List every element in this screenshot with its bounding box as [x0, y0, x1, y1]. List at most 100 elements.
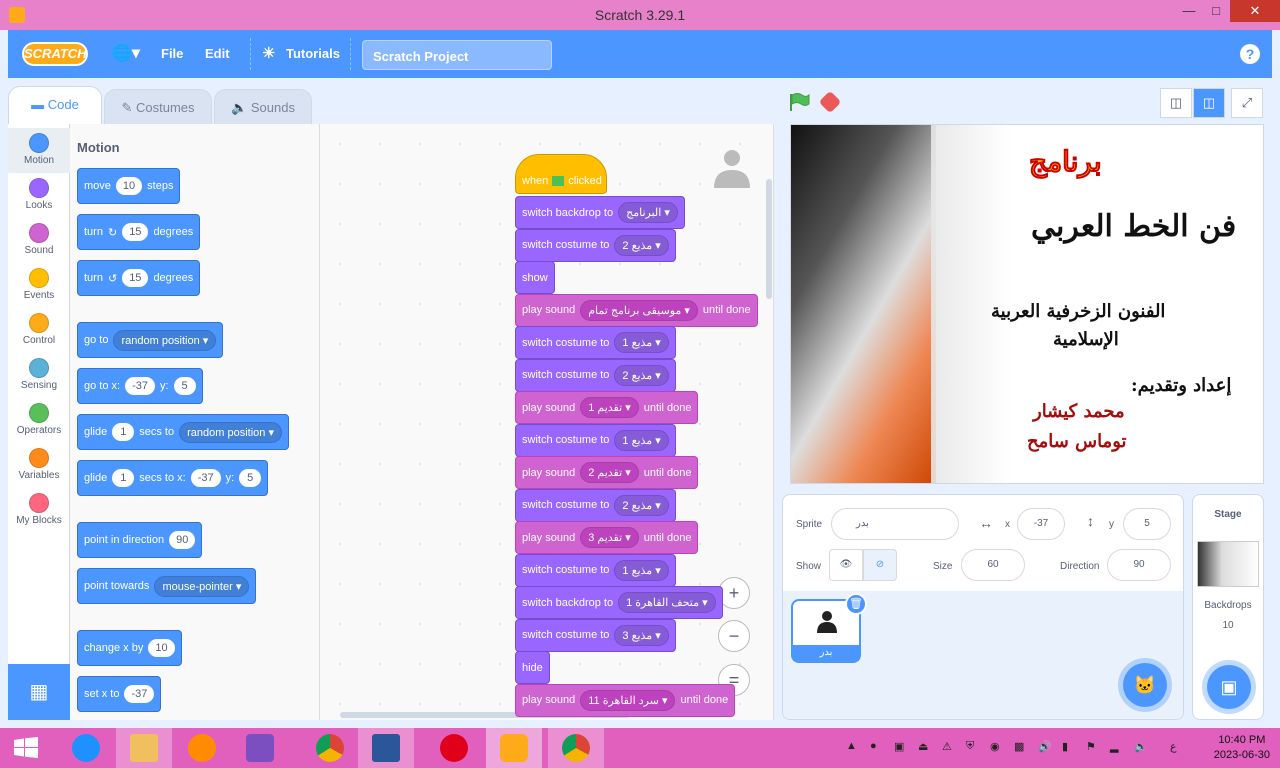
sound-block[interactable]: play sound موسيقى برنامج تمام until done [515, 293, 758, 327]
block-dropdown[interactable]: مذيع 1 [614, 429, 669, 451]
block-dropdown[interactable]: تقديم 1 [580, 397, 639, 418]
start-button[interactable] [0, 728, 56, 768]
tab-code[interactable]: ▬ Code [8, 86, 102, 124]
add-extension-button[interactable]: ▦ [8, 664, 70, 720]
tray-volume-icon[interactable]: 🔊 [1038, 740, 1052, 754]
block-dropdown[interactable]: مذيع 1 [614, 332, 669, 353]
tray-battery-icon[interactable]: ▮ [1062, 740, 1076, 754]
value-input[interactable]: 15 [122, 223, 149, 241]
edit-menu[interactable]: Edit [205, 46, 230, 61]
looks-block[interactable]: hide [515, 651, 550, 684]
choose-sprite-button[interactable]: 🐱 [1123, 663, 1167, 707]
show-hidden-button[interactable]: ⊘ [863, 549, 897, 581]
value-input[interactable]: 10 [148, 639, 175, 657]
choose-backdrop-button[interactable]: ▣ [1207, 665, 1251, 709]
block-dropdown[interactable]: موسيقى برنامج تمام [580, 299, 698, 321]
tray-warning-icon[interactable]: ⚠ [942, 740, 956, 754]
secs-input[interactable]: 1 [112, 469, 135, 487]
x-input[interactable]: -37 [190, 469, 221, 487]
glide-xy-block[interactable]: glide 1 secs to x: -37 y: 5 [77, 460, 269, 496]
taskbar-opera[interactable] [426, 728, 482, 768]
x-input[interactable]: -37 [125, 377, 155, 395]
target-dropdown[interactable]: random position [113, 329, 217, 351]
close-button[interactable]: ✕ [1230, 0, 1280, 22]
block-dropdown[interactable]: مذيع 2 [614, 494, 669, 516]
input-language[interactable]: ع [1170, 740, 1184, 754]
block-dropdown[interactable]: البرنامج [618, 202, 678, 223]
looks-block[interactable]: switch backdrop to متحف القاهرة 1 [515, 586, 723, 619]
goto-xy-block[interactable]: go to x: -37 y: 5 [77, 368, 203, 404]
set-x-block[interactable]: set x to -37 [77, 676, 162, 712]
clock[interactable]: 10:40 PM 2023-06-30 [1214, 733, 1270, 763]
tray-signal-icon[interactable]: ▂ [1110, 740, 1124, 754]
block-dropdown[interactable]: مذيع 2 [614, 234, 669, 256]
move-block[interactable]: move 10 steps [77, 168, 181, 204]
taskbar-app[interactable] [174, 728, 230, 768]
secs-input[interactable]: 1 [112, 423, 135, 441]
maximize-button[interactable]: □ [1199, 0, 1233, 22]
green-flag-icon[interactable] [788, 92, 810, 112]
looks-block[interactable]: switch backdrop to البرنامج [515, 196, 685, 229]
globe-icon[interactable]: 🌐▾ [112, 43, 140, 63]
block-dropdown[interactable]: متحف القاهرة 1 [618, 592, 716, 613]
taskbar-vs[interactable] [232, 728, 288, 768]
goto-block[interactable]: go to random position [77, 322, 224, 358]
zoom-in-button[interactable]: + [718, 577, 750, 609]
tray-network-icon[interactable]: ▲ [846, 740, 860, 754]
tab-costumes[interactable]: ✎ Costumes [104, 89, 212, 125]
block-dropdown[interactable]: مذيع 1 [614, 559, 669, 581]
vertical-scrollbar[interactable] [766, 179, 772, 299]
normal-stage-button[interactable]: ◫ [1193, 88, 1225, 118]
sound-block[interactable]: play sound تقديم 1 until done [515, 391, 699, 424]
sound-block[interactable]: play sound سرد القاهرة 11 until done [515, 683, 736, 717]
looks-block[interactable]: switch costume to مذيع 1 [515, 326, 676, 359]
stop-icon[interactable] [818, 90, 842, 114]
tray-globe-icon[interactable]: ● [870, 740, 884, 754]
point-direction-block[interactable]: point in direction 90 [77, 522, 203, 558]
y-input[interactable]: 5 [239, 469, 262, 487]
category-my-blocks[interactable]: My Blocks [8, 488, 70, 533]
taskbar-explorer[interactable] [116, 728, 172, 768]
direction-input[interactable]: 90 [169, 531, 196, 549]
tray-shield-icon[interactable]: ⛨ [966, 740, 980, 754]
looks-block[interactable]: switch costume to مذيع 3 [515, 618, 676, 652]
sound-block[interactable]: play sound تقديم 3 until done [515, 521, 699, 554]
category-variables[interactable]: Variables [8, 443, 70, 488]
value-input[interactable]: 10 [115, 177, 143, 195]
tray-speaker-icon[interactable]: 🔈 [1134, 740, 1148, 754]
taskbar-scratch[interactable] [486, 728, 542, 768]
category-events[interactable]: Events [8, 263, 70, 308]
looks-block[interactable]: switch costume to مذيع 2 [515, 358, 676, 392]
trash-icon[interactable]: 🗑 [845, 593, 867, 615]
fullscreen-button[interactable]: ⤢ [1231, 88, 1263, 118]
when-flag-clicked-block[interactable]: when clicked [515, 154, 607, 194]
script-area[interactable]: when clicked + − = switch backdrop to البر… [320, 124, 774, 720]
tray-display-icon[interactable]: ▩ [1014, 740, 1028, 754]
show-visible-button[interactable]: 👁 [829, 549, 863, 581]
looks-block[interactable]: show [515, 261, 555, 294]
turn-left-block[interactable]: turn ↺ 15 degrees [77, 260, 201, 296]
looks-block[interactable]: switch costume to مذيع 2 [515, 488, 676, 522]
project-title-input[interactable]: Scratch Project [362, 40, 552, 70]
looks-block[interactable]: switch costume to مذيع 2 [515, 228, 676, 262]
target-dropdown[interactable]: mouse-pointer [154, 575, 250, 597]
tutorials-menu[interactable]: Tutorials [286, 46, 340, 61]
scratch-logo[interactable]: SCRATCH [22, 42, 88, 66]
block-dropdown[interactable]: مذيع 2 [614, 364, 669, 386]
category-control[interactable]: Control [8, 308, 70, 353]
value-input[interactable]: -37 [124, 685, 155, 703]
stage-canvas[interactable]: برنامج فن الخط العربي الفنون الزخرفية ال… [790, 124, 1264, 484]
target-dropdown[interactable]: random position [179, 421, 282, 443]
value-input[interactable]: 15 [122, 269, 149, 287]
tab-sounds[interactable]: 🔈 Sounds [214, 89, 312, 125]
turn-right-block[interactable]: turn ↻ 15 degrees [77, 214, 201, 250]
size-input[interactable]: 60 [961, 549, 1025, 581]
looks-block[interactable]: switch costume to مذيع 1 [515, 423, 676, 457]
category-motion[interactable]: Motion [8, 128, 70, 173]
y-input[interactable]: 5 [173, 377, 196, 395]
change-x-block[interactable]: change x by 10 [77, 630, 182, 666]
glide-block[interactable]: glide 1 secs to random position [77, 414, 289, 450]
category-sound[interactable]: Sound [8, 218, 70, 263]
taskbar-word[interactable] [358, 728, 414, 768]
block-dropdown[interactable]: سرد القاهرة 11 [580, 689, 676, 711]
